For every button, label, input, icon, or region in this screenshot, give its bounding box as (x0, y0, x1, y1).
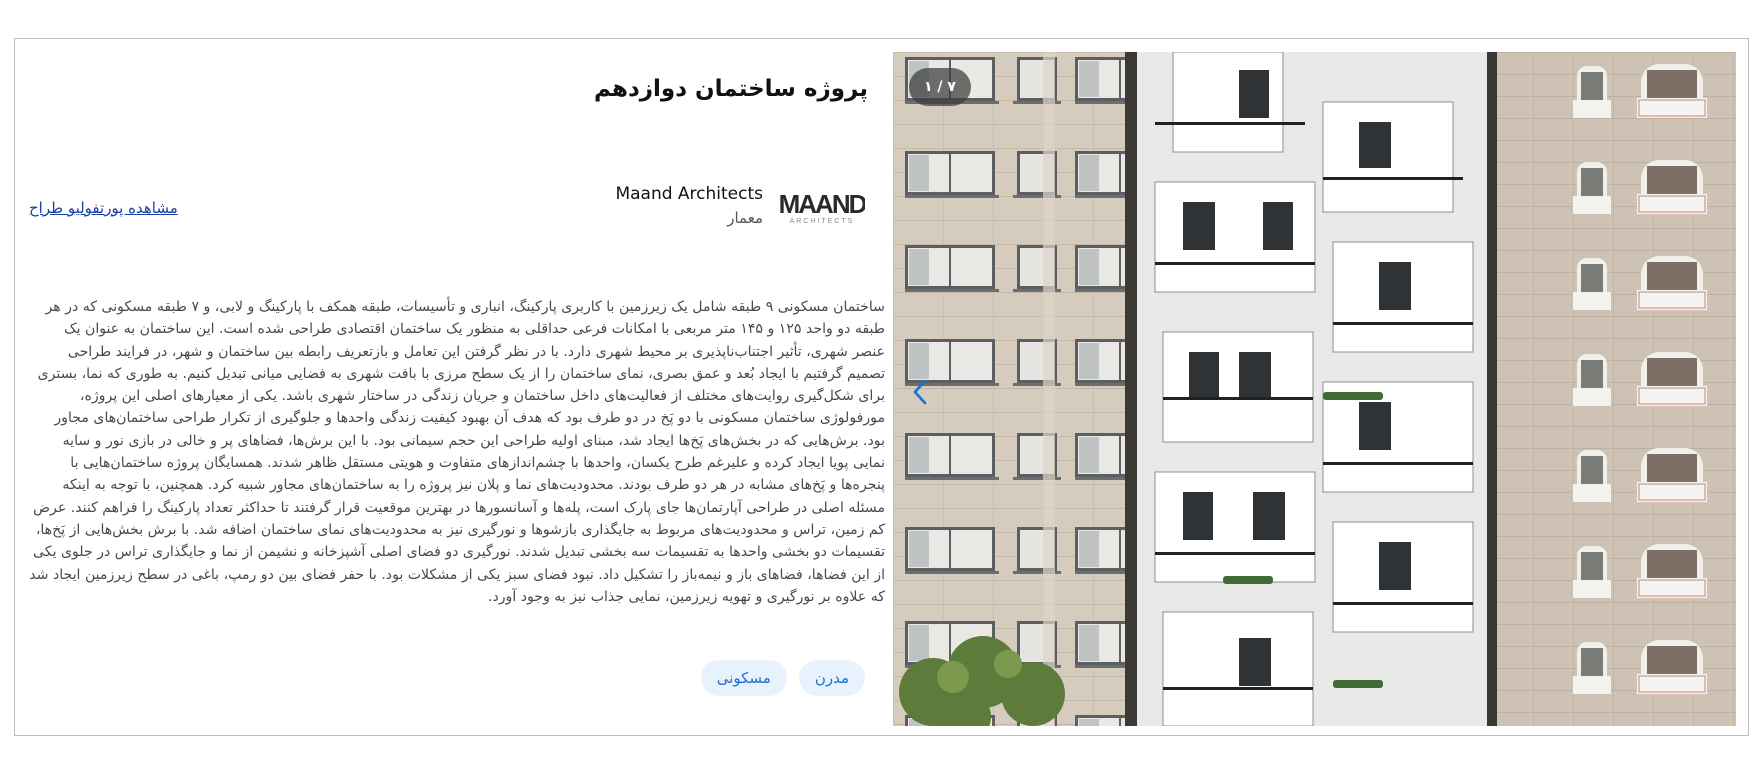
image-gallery[interactable]: ۱ / ۷ (893, 52, 1736, 726)
tag-modern[interactable]: مدرن (798, 660, 865, 696)
project-description: ساختمان مسکونی ۹ طبقه شامل یک زیرزمین با… (29, 299, 885, 605)
project-title: پروژه ساختمان دوازدهم (594, 76, 868, 102)
tag-residential[interactable]: مسکونی (700, 660, 787, 696)
architect-text: Maand Architects معمار (615, 184, 763, 227)
building-photo (893, 52, 1736, 726)
chevron-left-icon (913, 379, 927, 405)
project-card: ۱ / ۷ پروژه ساختمان دوازدهم MAAND ARCHIT… (14, 38, 1749, 736)
architect-name: Maand Architects (615, 184, 763, 204)
architect-role: معمار (727, 209, 763, 227)
architect-logo: MAAND ARCHITECTS (779, 186, 869, 226)
view-portfolio-link[interactable]: مشاهده پورتفولیو طراح (29, 199, 178, 217)
architect-info[interactable]: MAAND ARCHITECTS Maand Architects معمار (615, 184, 869, 227)
image-counter: ۱ / ۷ (909, 68, 971, 106)
previous-image-button[interactable] (905, 372, 935, 412)
svg-text:ARCHITECTS: ARCHITECTS (790, 218, 855, 225)
tag-list: مدرن مسکونی (700, 660, 865, 696)
svg-text:MAAND: MAAND (779, 189, 865, 219)
